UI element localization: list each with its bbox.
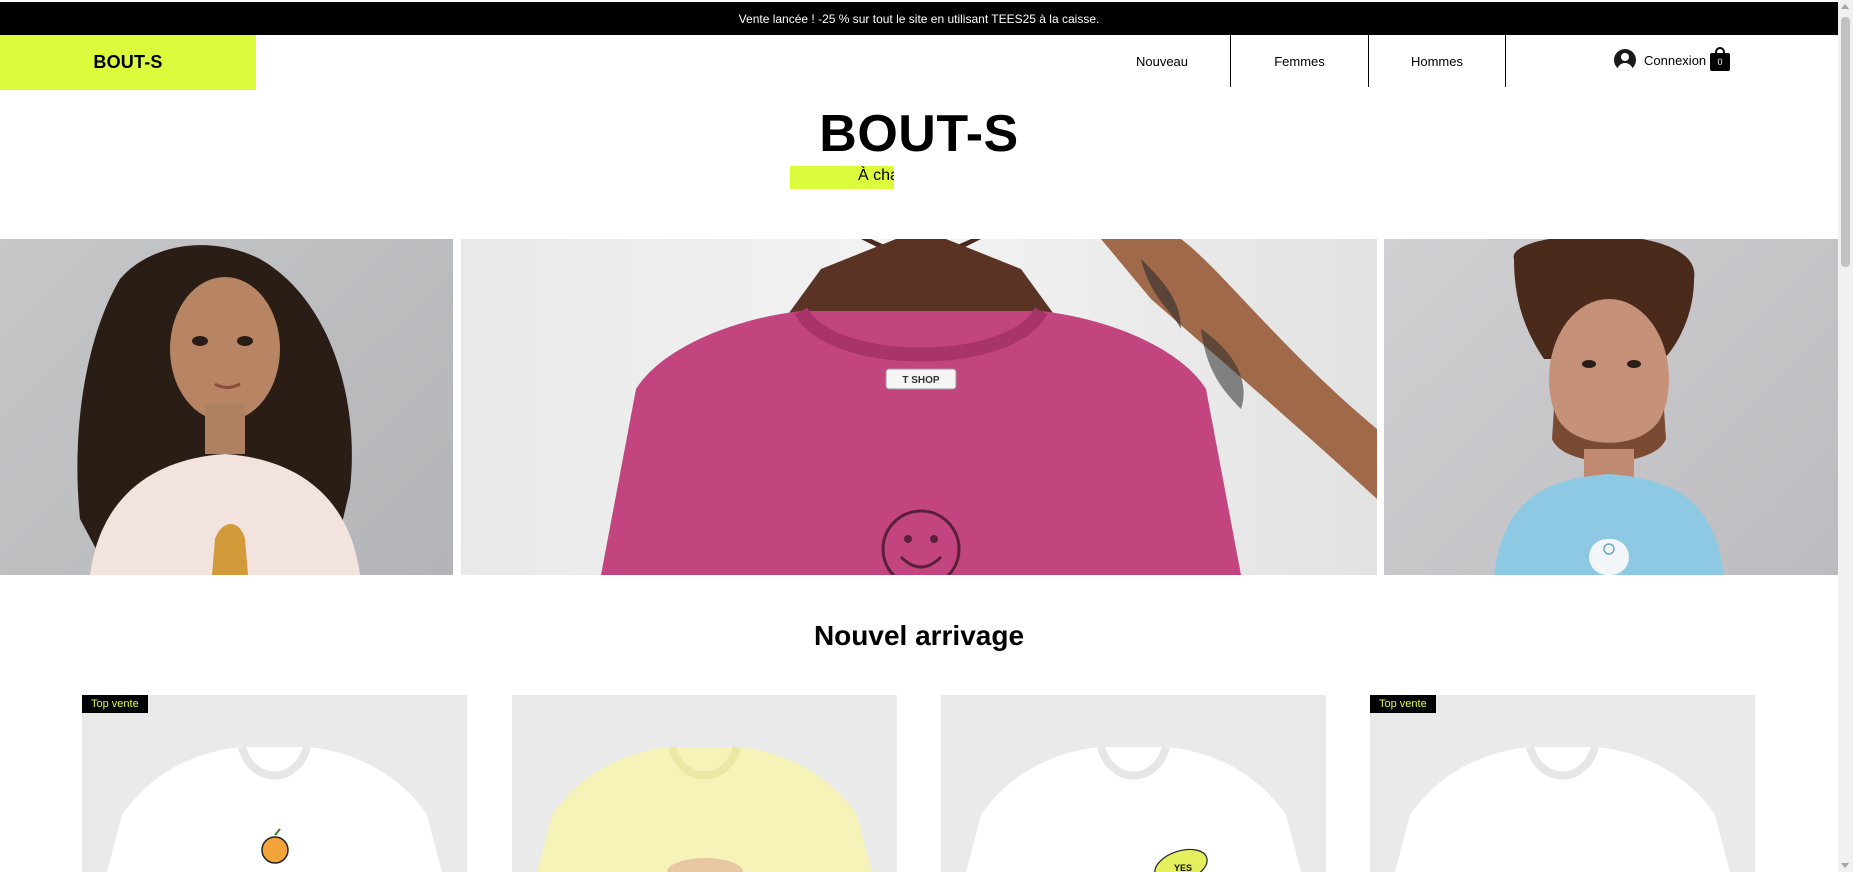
man-photo-illustration bbox=[1494, 239, 1724, 575]
hero-image-hanger: T SHOP bbox=[461, 239, 1377, 575]
hero-image-man bbox=[1384, 239, 1838, 575]
scroll-down-arrow-icon[interactable] bbox=[1841, 863, 1849, 868]
top-sale-badge: Top vente bbox=[82, 695, 148, 713]
login-button[interactable]: Connexion bbox=[1614, 47, 1706, 73]
nav-item-nouveau[interactable]: Nouveau bbox=[1094, 35, 1231, 87]
main-nav: Nouveau Femmes Hommes bbox=[1094, 35, 1506, 87]
hanger-tag-text: T SHOP bbox=[902, 375, 940, 386]
nav-item-femmes[interactable]: Femmes bbox=[1231, 35, 1369, 87]
tagline-highlight: À cha bbox=[790, 166, 894, 189]
logo-link[interactable]: BOUT-S bbox=[0, 35, 256, 90]
white-tshirt-yes-illustration: YES bbox=[966, 745, 1301, 872]
page-scrollbar[interactable] bbox=[1838, 0, 1853, 872]
scroll-thumb[interactable] bbox=[1841, 17, 1850, 267]
hero-title: BOUT-S bbox=[819, 105, 1019, 163]
announcement-bar: Vente lancée ! -25 % sur tout le site en… bbox=[0, 0, 1838, 35]
woman-photo-illustration bbox=[77, 245, 360, 575]
yellow-tshirt-illustration bbox=[537, 745, 872, 872]
announcement-text: Vente lancée ! -25 % sur tout le site en… bbox=[738, 11, 1100, 26]
product-card[interactable]: Top vente bbox=[1370, 695, 1755, 872]
cart-button[interactable]: 0 bbox=[1710, 47, 1730, 71]
pink-tshirt-illustration: T SHOP bbox=[601, 239, 1377, 575]
top-sale-badge: Top vente bbox=[1370, 695, 1436, 713]
product-card[interactable]: YES bbox=[941, 695, 1326, 872]
white-tshirt-orange-illustration bbox=[107, 745, 442, 872]
cart-count: 0 bbox=[1710, 53, 1730, 71]
site-header: BOUT-S Nouveau Femmes Hommes Connexion 0 bbox=[0, 35, 1838, 90]
product-card[interactable] bbox=[512, 695, 897, 872]
product-card[interactable]: Top vente bbox=[82, 695, 467, 872]
section-title: Nouvel arrivage bbox=[813, 620, 1025, 651]
page: Vente lancée ! -25 % sur tout le site en… bbox=[0, 0, 1853, 872]
white-tshirt-illustration bbox=[1395, 745, 1730, 872]
login-label: Connexion bbox=[1644, 52, 1707, 68]
scroll-up-arrow-icon[interactable] bbox=[1841, 4, 1849, 9]
yes-print-text: YES bbox=[1174, 863, 1192, 872]
nav-item-hommes[interactable]: Hommes bbox=[1369, 35, 1506, 87]
user-icon bbox=[1614, 49, 1636, 71]
tagline-text: À cha bbox=[858, 167, 894, 184]
hero-image-woman bbox=[0, 239, 453, 575]
logo-text: BOUT-S bbox=[93, 52, 163, 72]
